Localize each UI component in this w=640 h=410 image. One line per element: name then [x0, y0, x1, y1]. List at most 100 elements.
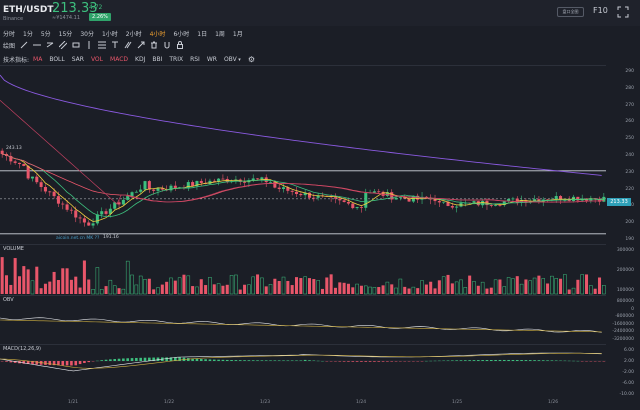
time-tick-label: 1/25	[452, 400, 463, 405]
line-tool-icon[interactable]	[20, 41, 28, 49]
candle-body	[17, 162, 21, 164]
arrow-tool-icon[interactable]	[137, 41, 145, 49]
volume-bar	[234, 274, 238, 295]
volume-bar	[316, 280, 320, 295]
time-tick-label: 1/24	[356, 400, 367, 405]
candlestick-chart[interactable]	[0, 66, 606, 244]
ray-tool-icon[interactable]	[46, 41, 54, 49]
volume-bar	[429, 281, 433, 294]
axis-tick-label: 270	[625, 102, 634, 108]
macd-histogram-bar	[126, 358, 129, 361]
timeframe-tab[interactable]: 5分	[41, 29, 51, 38]
volume-bar	[9, 284, 13, 294]
magnet-icon[interactable]	[163, 41, 171, 49]
obv-panel[interactable]	[0, 295, 606, 343]
rectangle-tool-icon[interactable]	[72, 41, 80, 49]
candle-body	[117, 202, 121, 205]
indicator-toggle[interactable]: RSI	[190, 56, 200, 63]
macd-histogram-bar	[541, 360, 545, 361]
indicator-toggle[interactable]: OBV	[224, 56, 241, 63]
volume-bar	[333, 287, 337, 294]
macd-histogram-bar	[74, 361, 78, 366]
timeframe-tab[interactable]: 4小时	[150, 29, 166, 38]
timeframe-tab[interactable]: 1日	[197, 29, 207, 38]
timeframe-tab[interactable]: 1小时	[102, 29, 118, 38]
timeframe-tab[interactable]: 1周	[215, 29, 225, 38]
volume-bar	[177, 277, 182, 295]
indicator-toggle[interactable]: BOLL	[49, 56, 64, 63]
indicator-toggle[interactable]: SAR	[72, 56, 84, 63]
macd-histogram-bar	[299, 360, 303, 361]
volume-bar	[56, 280, 60, 294]
volume-bar	[459, 279, 463, 295]
volume-bar	[17, 276, 21, 294]
volume-bar	[450, 283, 454, 294]
lock-icon[interactable]	[176, 41, 184, 49]
indicator-toggle[interactable]: VOL	[91, 56, 103, 63]
timeframe-tab[interactable]: 6小时	[173, 29, 189, 38]
channel-tool-icon[interactable]	[59, 41, 68, 49]
macd-histogram-bar	[472, 360, 476, 361]
hline-tool-icon[interactable]	[33, 41, 42, 49]
candle-body	[299, 193, 303, 196]
indicator-toggle[interactable]: BBI	[152, 56, 162, 63]
macd-histogram-bar	[204, 359, 207, 361]
price-panel[interactable]	[0, 65, 606, 243]
volume-bar	[30, 280, 35, 295]
vline-tool-icon[interactable]	[85, 41, 93, 49]
macd-histogram-bar	[212, 359, 216, 361]
volume-bar	[502, 286, 507, 295]
volume-bar	[99, 289, 104, 295]
macd-histogram-bar	[70, 361, 73, 366]
text-tool-icon[interactable]	[111, 41, 119, 49]
volume-bar	[281, 276, 286, 295]
volume-bar	[26, 269, 30, 294]
fib-tool-icon[interactable]	[98, 41, 107, 49]
macd-panel[interactable]	[0, 344, 606, 398]
settings-gear-icon[interactable]: ⚙	[248, 55, 255, 64]
indicator-toggle[interactable]: MACD	[110, 56, 128, 63]
volume-bar	[290, 285, 294, 294]
macd-histogram-bar	[5, 361, 8, 362]
candle-body	[39, 182, 43, 187]
timeframe-tab[interactable]: 2小时	[126, 29, 142, 38]
timeframe-tab[interactable]: 30分	[80, 29, 94, 38]
indicator-toggle[interactable]: KDJ	[135, 56, 145, 63]
parallel-tool-icon[interactable]	[124, 41, 132, 49]
trash-icon[interactable]	[150, 41, 158, 49]
macd-histogram-bar	[338, 361, 342, 362]
drawing-label[interactable]: 绘图	[3, 41, 15, 50]
timeframe-tab[interactable]: 分时	[3, 29, 15, 38]
volume-bar	[238, 289, 242, 294]
axis-tick-label: 230	[625, 169, 634, 175]
macd-histogram-bar	[390, 361, 394, 362]
axis-tick-label: 2.00	[623, 359, 634, 364]
fullscreen-icon[interactable]	[617, 6, 629, 18]
full-depth-button[interactable]: 盘口全图	[557, 7, 584, 17]
macd-histogram-bar	[364, 361, 368, 362]
timeframe-tab[interactable]: 15分	[59, 29, 73, 38]
macd-histogram-bar	[286, 360, 290, 361]
obv-chart[interactable]	[0, 296, 606, 344]
volume-panel[interactable]	[0, 244, 606, 295]
axis-tick-label: 290	[625, 69, 634, 74]
indicator-toggle[interactable]: MA	[33, 56, 42, 63]
candle-body	[126, 196, 130, 200]
macd-histogram-bar	[135, 357, 138, 361]
volume-bar	[338, 282, 342, 294]
timeframe-tab[interactable]: 1分	[23, 29, 33, 38]
macd-histogram-bar	[277, 360, 281, 361]
f10-button[interactable]: F10	[593, 6, 608, 15]
macd-histogram-bar	[122, 358, 125, 361]
indicator-toggle[interactable]: WR	[207, 56, 217, 63]
candle-body	[139, 189, 143, 192]
volume-bar	[43, 283, 47, 294]
volume-bar	[416, 288, 420, 294]
candle-body	[61, 203, 65, 205]
indicator-toggle[interactable]: TRIX	[169, 56, 183, 63]
volume-bar	[48, 281, 52, 294]
volume-chart[interactable]	[0, 245, 606, 295]
axis-tick-label: 100000	[616, 288, 634, 293]
macd-chart[interactable]	[0, 345, 606, 399]
timeframe-tab[interactable]: 1月	[233, 29, 243, 38]
